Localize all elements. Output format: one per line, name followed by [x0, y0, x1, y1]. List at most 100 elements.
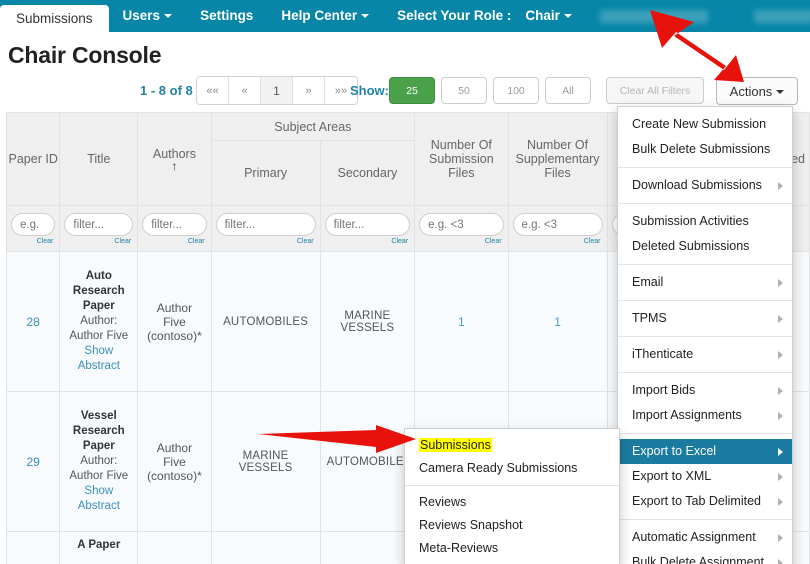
show-link[interactable]: Show: [66, 484, 131, 499]
nav-item-settings[interactable]: Settings: [186, 0, 267, 32]
th-title[interactable]: Title: [59, 112, 139, 206]
menu-item-create-new-submission[interactable]: Create New Submission: [618, 112, 792, 137]
menu-separator: [618, 264, 792, 265]
th-label: Paper ID: [8, 152, 58, 166]
submenu-item-reviews[interactable]: Reviews: [405, 491, 619, 514]
menu-item-download-submissions[interactable]: Download Submissions: [618, 173, 792, 198]
clear-all-filters-button[interactable]: Clear All Filters: [606, 77, 704, 104]
menu-item-label: Email: [632, 275, 664, 289]
filter-clear-authors[interactable]: Clear: [142, 238, 206, 245]
cell-authors: [137, 531, 212, 564]
cell-number-of-supplementary-files[interactable]: 1: [507, 251, 608, 392]
show-50-button[interactable]: 50: [441, 77, 487, 104]
menu-item-submission-activities[interactable]: Submission Activities: [618, 209, 792, 234]
nav-item-submissions[interactable]: Submissions: [0, 5, 109, 32]
show-25-button[interactable]: 25: [389, 77, 435, 104]
menu-item-label: Submission Activities: [632, 214, 749, 228]
filter-input-authors[interactable]: [142, 213, 207, 236]
actions-button-label: Actions: [729, 83, 773, 99]
show-all-button[interactable]: All: [545, 77, 591, 104]
cell-number-of-submission-files[interactable]: 1: [414, 251, 509, 392]
filter-clear-paper-id[interactable]: Clear: [11, 238, 55, 245]
th-primary[interactable]: Primary: [210, 140, 321, 206]
pager-page-1-button[interactable]: 1: [261, 77, 293, 104]
export-to-excel-submenu: Submissions Camera Ready Submissions Rev…: [404, 428, 620, 564]
th-number-of-submission-files[interactable]: Number Of Submission Files: [414, 112, 509, 206]
menu-item-automatic-assignment[interactable]: Automatic Assignment: [618, 525, 792, 550]
show-100-button[interactable]: 100: [493, 77, 539, 104]
pager-next-button[interactable]: »: [293, 77, 325, 104]
filter-cell-number-of-supplementary-files: Clear: [507, 205, 608, 252]
actions-button[interactable]: Actions: [716, 77, 798, 105]
menu-item-export-to-tab-delimited[interactable]: Export to Tab Delimited: [618, 489, 792, 514]
chevron-right-icon: [778, 534, 783, 542]
filter-input-secondary[interactable]: [324, 213, 411, 236]
author-name: Author Five: [69, 470, 129, 482]
filter-input-number-of-submission-files[interactable]: [419, 213, 504, 236]
filter-clear-title[interactable]: Clear: [64, 238, 133, 245]
filter-clear-number-of-submission-files[interactable]: Clear: [419, 238, 503, 245]
filter-cell-authors: Clear: [137, 205, 212, 252]
menu-item-email[interactable]: Email: [618, 270, 792, 295]
chevron-right-icon: [778, 351, 783, 359]
menu-item-label: Deleted Submissions: [632, 239, 750, 253]
submenu-item-camera-ready-submissions[interactable]: Camera Ready Submissions: [405, 457, 619, 480]
role-selector-value[interactable]: Chair: [525, 0, 586, 32]
show-link[interactable]: Show: [66, 344, 131, 359]
sort-ascending-icon: ↑: [171, 159, 178, 173]
chevron-right-icon: [778, 448, 783, 456]
page-title: Chair Console: [8, 42, 162, 68]
abstract-link[interactable]: Abstract: [66, 499, 131, 514]
menu-item-import-assignments[interactable]: Import Assignments: [618, 403, 792, 428]
submenu-item-meta-reviews[interactable]: Meta-Reviews: [405, 537, 619, 560]
chevron-right-icon: [778, 412, 783, 420]
nav-item-help-center[interactable]: Help Center: [267, 0, 383, 32]
filter-cell-primary: Clear: [210, 205, 321, 252]
pager-prev-button[interactable]: «: [229, 77, 261, 104]
th-number-of-supplementary-files[interactable]: Number Of Supplementary Files: [507, 112, 608, 206]
th-authors[interactable]: Authors ↑: [137, 112, 212, 206]
filter-clear-number-of-supplementary-files[interactable]: Clear: [513, 238, 603, 245]
paper-title: Vessel Research Paper: [72, 410, 125, 452]
th-label: ed: [791, 152, 805, 166]
submenu-item-label: Reviews Snapshot: [419, 518, 523, 532]
pager-first-button[interactable]: ««: [197, 77, 229, 104]
menu-item-label: Download Submissions: [632, 178, 762, 192]
th-paper-id[interactable]: Paper ID: [5, 112, 61, 206]
app-root: Submissions Users Settings Help Center S…: [0, 0, 810, 564]
menu-item-export-to-xml[interactable]: Export to XML: [618, 464, 792, 489]
submenu-separator: [405, 485, 619, 486]
menu-item-ithenticate[interactable]: iThenticate: [618, 342, 792, 367]
menu-item-bulk-delete-assignment[interactable]: Bulk Delete Assignment: [618, 550, 792, 564]
th-secondary[interactable]: Secondary: [319, 140, 416, 206]
chevron-right-icon: [778, 279, 783, 287]
chevron-right-icon: [778, 315, 783, 323]
paper-title: Auto Research Paper: [72, 270, 125, 312]
menu-item-label: iThenticate: [632, 347, 694, 361]
filter-clear-primary[interactable]: Clear: [216, 238, 316, 245]
filter-input-title[interactable]: [64, 213, 134, 236]
nav-item-label: Settings: [200, 8, 254, 23]
menu-item-label: Bulk Delete Submissions: [632, 142, 771, 156]
th-label: Number Of Submission Files: [429, 138, 494, 180]
nav-item-users[interactable]: Users: [109, 0, 187, 32]
filter-input-paper-id[interactable]: [11, 213, 56, 236]
menu-item-export-to-excel[interactable]: Export to Excel: [618, 439, 792, 464]
filter-clear-secondary[interactable]: Clear: [325, 238, 411, 245]
menu-item-import-bids[interactable]: Import Bids: [618, 378, 792, 403]
submenu-item-reviews-snapshot[interactable]: Reviews Snapshot: [405, 514, 619, 537]
author-name: Author Five: [69, 330, 129, 342]
th-label: Number Of Supplementary Files: [515, 138, 600, 180]
actions-dropdown-menu: Create New Submission Bulk Delete Submis…: [617, 106, 793, 564]
submenu-item-submissions[interactable]: Submissions: [405, 434, 619, 457]
menu-item-deleted-submissions[interactable]: Deleted Submissions: [618, 234, 792, 259]
abstract-link[interactable]: Abstract: [66, 359, 131, 374]
nav-item-label: Users: [122, 8, 161, 23]
show-label: Show:: [350, 83, 389, 98]
filter-input-number-of-supplementary-files[interactable]: [512, 213, 603, 236]
menu-item-bulk-delete-submissions[interactable]: Bulk Delete Submissions: [618, 137, 792, 162]
filter-input-primary[interactable]: [215, 213, 316, 236]
menu-item-label: Automatic Assignment: [632, 530, 756, 544]
menu-item-tpms[interactable]: TPMS: [618, 306, 792, 331]
author-prefix: Author:: [80, 315, 118, 327]
